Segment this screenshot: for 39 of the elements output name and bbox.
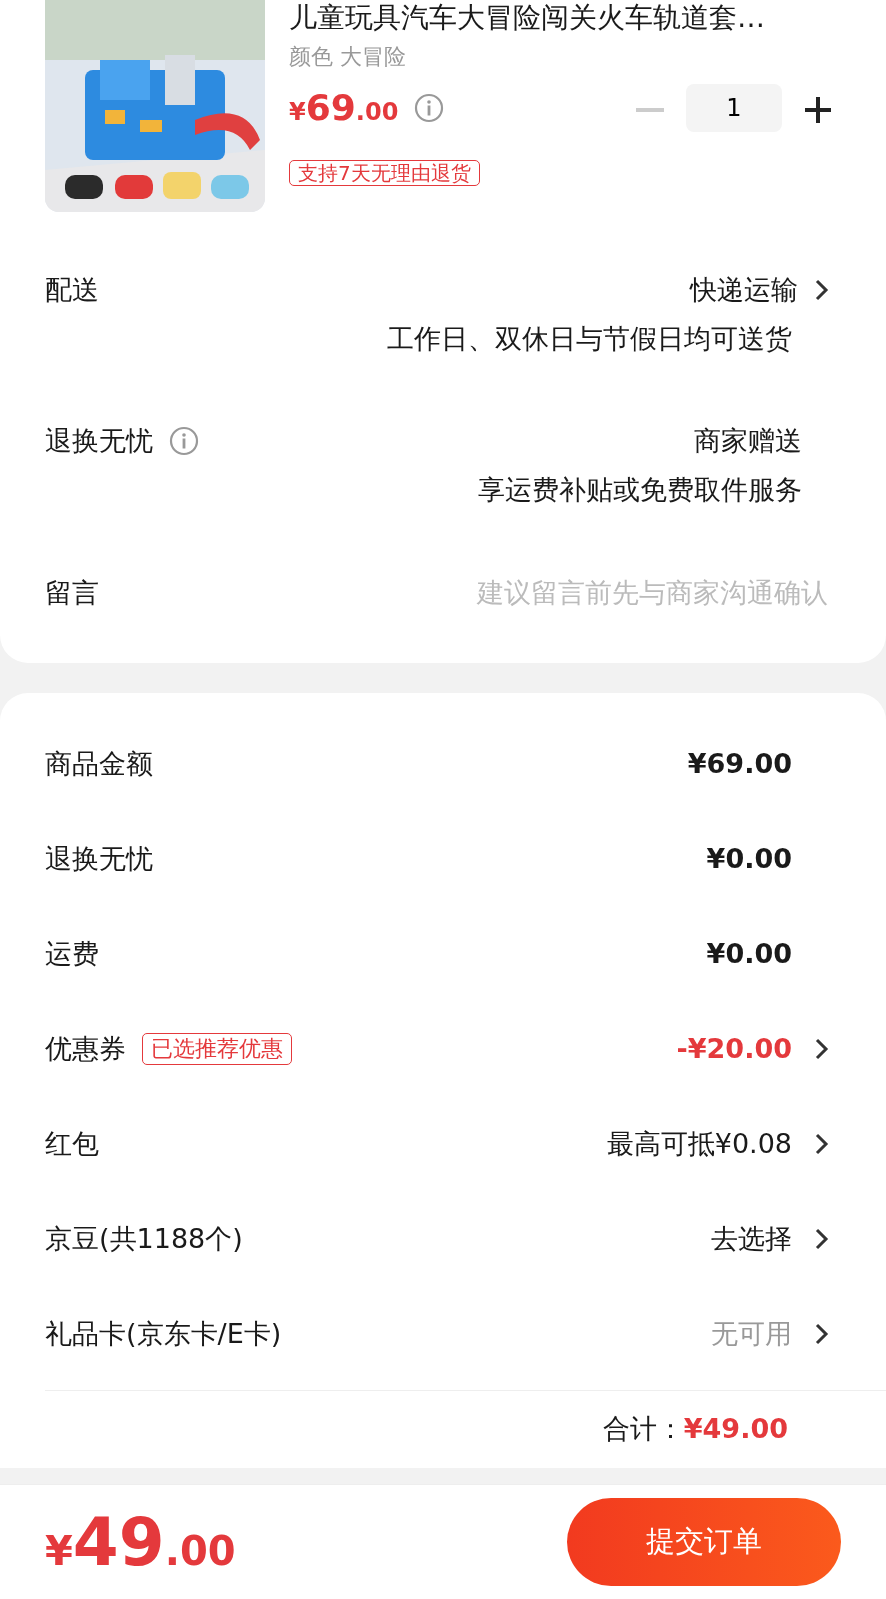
info-icon [414, 93, 445, 124]
product-title: 儿童玩具汽车大冒险闯关火车轨道套… [289, 0, 766, 36]
chevron-icon [814, 278, 830, 303]
chevron-icon [814, 1227, 830, 1251]
total-value: ¥49.00 [683, 1411, 788, 1446]
option-value: 快递运输 [690, 273, 798, 307]
option-label: 配送 [45, 273, 99, 307]
summary-label: 商品金额 [45, 746, 153, 781]
product-spec: 颜色 大冒险 [289, 43, 407, 72]
submit-button[interactable]: 提交订单 [567, 1498, 841, 1586]
summary-label: 京豆(共1188个) [45, 1221, 243, 1256]
option-label: 留言 [45, 576, 99, 610]
option-label: 退换无忧 [45, 424, 153, 458]
summary-value: -¥20.00 [676, 1031, 792, 1066]
info-icon [169, 426, 199, 457]
summary-label: 运费 [45, 936, 99, 971]
summary-label: 红包 [45, 1126, 99, 1161]
coupon-tag: 已选推荐优惠 [142, 1032, 292, 1066]
option-note: 享运费补贴或免费取件服务 [478, 472, 802, 507]
chevron-icon [814, 1037, 830, 1061]
summary-label: 优惠券 [45, 1031, 126, 1066]
summary-value: 最高可抵¥0.08 [606, 1126, 792, 1161]
summary-value: 无可用 [711, 1316, 792, 1351]
summary-label: 礼品卡(京东卡/E卡) [45, 1316, 282, 1351]
chevron-icon [814, 1322, 830, 1346]
summary-label: 退换无忧 [45, 841, 153, 876]
total-price: ¥49.00 [45, 1502, 236, 1583]
summary-value: ¥0.00 [706, 936, 792, 971]
return-policy-tag: 支持7天无理由退货 [289, 160, 480, 187]
minus-icon [636, 107, 664, 112]
summary-value: ¥0.00 [706, 841, 792, 876]
option-note: 工作日、双休日与节假日均可送货 [387, 321, 792, 356]
quantity-field[interactable]: 1 [686, 84, 782, 133]
total-label: 合计： [602, 1411, 684, 1446]
summary-value: ¥69.00 [687, 746, 792, 781]
product-price: ¥69.00 [289, 86, 399, 131]
summary-value: 去选择 [711, 1221, 792, 1256]
option-value: 商家赠送 [694, 424, 802, 458]
chevron-icon [814, 1132, 830, 1156]
